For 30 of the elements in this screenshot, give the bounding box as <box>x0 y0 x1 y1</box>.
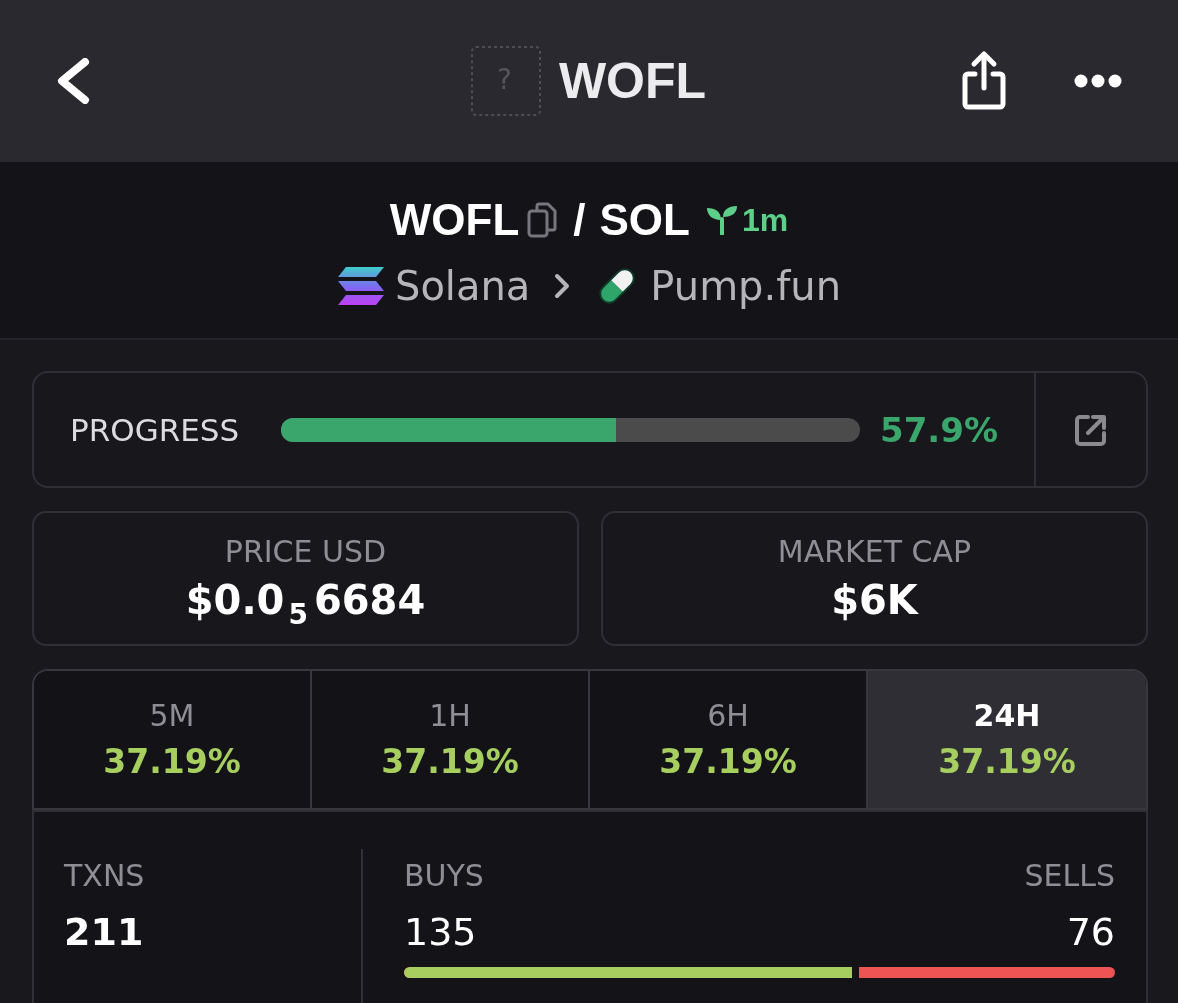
stat-label: MARKET CAP <box>777 532 972 571</box>
sells-label: SELLS <box>1024 857 1115 895</box>
more-icon[interactable] <box>1074 74 1122 88</box>
share-icon[interactable] <box>960 50 1008 112</box>
txns-count: 211 <box>64 909 144 956</box>
chain-name[interactable]: Solana <box>395 262 531 310</box>
copy-icon[interactable] <box>527 202 558 238</box>
pair-separator: / <box>573 194 586 246</box>
token-symbol: WOFL <box>389 194 520 246</box>
timeframe-tab[interactable]: 24H 37.19% <box>868 671 1146 808</box>
timeframe-tab[interactable]: 5M 37.19% <box>34 671 312 808</box>
sprout-icon <box>705 205 738 235</box>
buys-label: BUYS <box>404 857 484 895</box>
pair-age: 1m <box>741 201 789 239</box>
dex-name[interactable]: Pump.fun <box>650 262 841 310</box>
chain-logo-icon <box>337 266 385 306</box>
sells-count: 76 <box>1066 909 1115 956</box>
placeholder-question-mark: ? <box>496 63 512 97</box>
page-title: WOFL <box>558 52 707 110</box>
image-placeholder-icon <box>470 46 541 116</box>
progress-percent: 57.9% <box>880 409 998 450</box>
chevron-right-icon <box>554 273 571 299</box>
quote-symbol: SOL <box>599 194 690 246</box>
progress-label: PROGRESS <box>70 411 240 448</box>
stat-value: $6K <box>831 575 918 625</box>
buys-count: 135 <box>404 909 477 956</box>
back-icon[interactable] <box>55 58 91 104</box>
txns-label: TXNS <box>64 857 145 895</box>
stat-label: PRICE USD <box>224 532 387 571</box>
stat-value: $0.0$_{5}$6684 <box>185 575 426 625</box>
